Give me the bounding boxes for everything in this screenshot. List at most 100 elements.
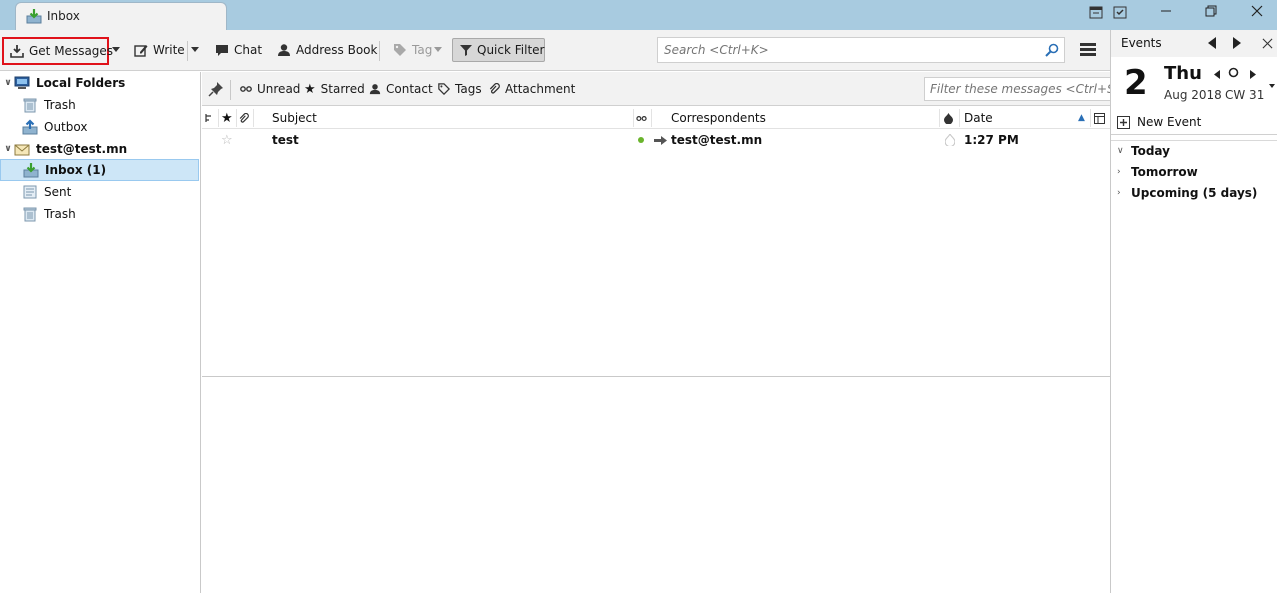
correspondents-column-header[interactable]: Correspondents xyxy=(671,107,766,129)
thread-column-icon[interactable] xyxy=(205,107,217,129)
filter-attachment-label: Attachment xyxy=(505,82,576,96)
new-event-button[interactable]: New Event xyxy=(1117,113,1201,131)
trash-icon xyxy=(23,98,37,113)
read-status-column-icon[interactable] xyxy=(636,107,650,129)
tab-label: Inbox xyxy=(47,9,80,23)
filter-contact-label: Contact xyxy=(386,82,433,96)
agenda-separator xyxy=(1111,140,1277,141)
tag-label: Tag xyxy=(412,43,433,57)
outbox-icon xyxy=(22,119,38,135)
filter-tags-button[interactable]: Tags xyxy=(438,80,482,98)
tasks-icon[interactable] xyxy=(1110,5,1130,25)
column-separator xyxy=(959,109,960,127)
folder-trash[interactable]: Trash xyxy=(0,203,199,225)
filter-starred-label: Starred xyxy=(320,82,365,96)
folder-outbox[interactable]: Outbox xyxy=(0,116,199,138)
sticky-filter-button[interactable] xyxy=(208,80,224,98)
message-subject: test xyxy=(272,133,299,147)
filter-attachment-button[interactable]: Attachment xyxy=(488,80,575,98)
next-icon[interactable] xyxy=(1232,37,1242,52)
folder-label: Local Folders xyxy=(36,76,126,90)
filter-unread-label: Unread xyxy=(257,82,301,96)
write-label: Write xyxy=(153,43,185,57)
tag-dropdown[interactable] xyxy=(434,47,442,52)
arrow-icon xyxy=(654,129,667,151)
filter-starred-button[interactable]: ★ Starred xyxy=(304,80,365,98)
search-input[interactable] xyxy=(658,38,1038,62)
today-circle-icon[interactable] xyxy=(1228,67,1239,81)
folder-label: Trash xyxy=(44,207,76,221)
date-column-header[interactable]: Date xyxy=(964,107,993,129)
collapse-icon[interactable]: ∨ xyxy=(2,144,14,154)
global-search[interactable] xyxy=(657,37,1065,63)
previous-day-icon[interactable] xyxy=(1214,68,1220,82)
computer-icon xyxy=(14,76,30,89)
folder-sent[interactable]: Sent xyxy=(0,181,199,203)
quick-filter-bar: Unread ★ Starred Contact Tags Attachment xyxy=(202,72,1277,106)
today-pane-title: Events xyxy=(1121,36,1162,50)
address-book-button[interactable]: Address Book xyxy=(273,37,381,63)
toolbar-separator xyxy=(187,41,188,61)
search-icon[interactable] xyxy=(1045,43,1059,57)
main-toolbar: Get Messages Write Chat Address Book Tag… xyxy=(0,30,1110,71)
app-menu-button[interactable] xyxy=(1078,41,1098,59)
table-row[interactable]: ☆ test test@test.mn 1:27 PM xyxy=(202,129,1110,151)
paperclip-icon xyxy=(489,83,500,94)
filter-contact-button[interactable]: Contact xyxy=(369,80,433,98)
column-separator xyxy=(253,109,254,127)
tab-inbox[interactable]: Inbox xyxy=(15,2,227,30)
collapse-icon[interactable]: ∨ xyxy=(2,78,14,88)
previous-icon[interactable] xyxy=(1207,37,1217,52)
agenda-upcoming[interactable]: › Upcoming (5 days) xyxy=(1117,184,1257,202)
column-separator xyxy=(236,109,237,127)
thread-header: ★ Subject Correspondents Date ▲ xyxy=(202,107,1110,129)
close-icon[interactable] xyxy=(1247,5,1267,25)
agenda-today[interactable]: ∨ Today xyxy=(1117,142,1170,160)
star-column-icon[interactable]: ★ xyxy=(221,107,235,129)
filter-tags-label: Tags xyxy=(455,82,482,96)
contact-icon xyxy=(369,84,381,95)
chat-button[interactable]: Chat xyxy=(211,37,266,63)
day-name: Thu xyxy=(1164,63,1202,84)
agenda-label: Today xyxy=(1131,144,1170,158)
restore-icon[interactable] xyxy=(1201,5,1221,25)
tag-button[interactable]: Tag xyxy=(389,37,436,63)
folder-account[interactable]: ∨ test@test.mn xyxy=(0,138,199,160)
folder-trash[interactable]: Trash xyxy=(0,94,199,116)
filter-unread-button[interactable]: Unread xyxy=(240,80,300,98)
subject-column-header[interactable]: Subject xyxy=(272,107,317,129)
message-date: 1:27 PM xyxy=(964,133,1019,147)
new-event-label: New Event xyxy=(1137,115,1202,129)
pin-icon xyxy=(208,82,223,97)
pencil-icon xyxy=(134,45,148,57)
account-icon xyxy=(14,144,30,156)
close-icon[interactable] xyxy=(1262,38,1273,52)
write-button[interactable]: Write xyxy=(130,37,189,63)
toolbar-separator xyxy=(379,41,380,61)
agenda-tomorrow[interactable]: › Tomorrow xyxy=(1117,163,1198,181)
today-pane: Events 2 Thu Aug 2018 CW 31 New Event ∨ … xyxy=(1110,30,1277,593)
junk-column-icon[interactable] xyxy=(944,107,956,129)
folder-inbox[interactable]: Inbox (1) xyxy=(0,159,199,181)
write-dropdown[interactable] xyxy=(191,47,199,52)
quick-filter-button[interactable]: Quick Filter xyxy=(452,38,545,62)
calendar-icon[interactable] xyxy=(1086,5,1106,25)
attachment-column-icon[interactable] xyxy=(238,107,250,129)
calendar-week: CW 31 xyxy=(1225,88,1265,102)
next-day-icon[interactable] xyxy=(1250,68,1256,82)
day-dropdown-icon[interactable] xyxy=(1269,77,1275,91)
chat-icon xyxy=(216,45,228,56)
junk-status-icon[interactable] xyxy=(945,129,955,151)
folder-label: test@test.mn xyxy=(36,142,128,156)
get-messages-button[interactable]: Get Messages xyxy=(2,37,113,65)
month-year: Aug 2018 xyxy=(1164,88,1222,102)
folder-local-folders[interactable]: ∨ Local Folders xyxy=(0,72,199,94)
minimize-icon[interactable] xyxy=(1156,5,1176,25)
folder-label: Inbox (1) xyxy=(45,163,107,177)
unread-dot-icon[interactable] xyxy=(638,129,644,151)
star-toggle-icon[interactable]: ☆ xyxy=(221,129,233,151)
column-picker-icon[interactable] xyxy=(1094,107,1105,129)
folder-label: Sent xyxy=(44,185,72,199)
get-messages-dropdown[interactable] xyxy=(112,47,120,52)
sort-ascending-icon: ▲ xyxy=(1078,113,1085,123)
